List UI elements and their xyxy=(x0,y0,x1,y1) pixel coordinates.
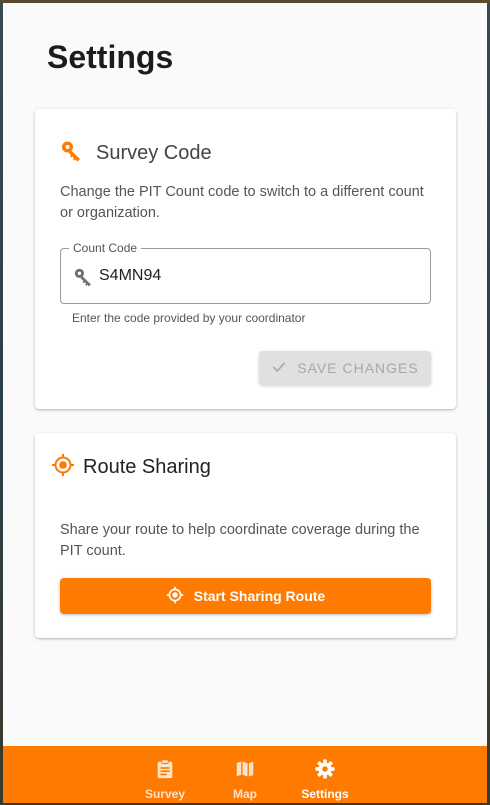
app-screen: Settings Survey Code Change the PIT Coun… xyxy=(3,3,487,803)
nav-label-map: Map xyxy=(233,787,257,801)
route-sharing-card: Route Sharing Share your route to help c… xyxy=(35,433,456,638)
survey-code-description: Change the PIT Count code to switch to a… xyxy=(60,184,424,221)
route-sharing-header: Route Sharing xyxy=(51,453,211,482)
location-target-icon xyxy=(51,453,75,482)
key-icon xyxy=(73,266,95,293)
count-code-label: Count Code xyxy=(69,241,142,255)
count-code-field[interactable]: Count Code xyxy=(60,241,431,304)
save-changes-label: SAVE CHANGES xyxy=(297,360,419,376)
route-sharing-title: Route Sharing xyxy=(83,456,211,478)
window-frame: Settings Survey Code Change the PIT Coun… xyxy=(0,0,490,805)
location-target-icon xyxy=(166,586,184,607)
survey-code-title: Survey Code xyxy=(96,142,212,164)
nav-item-map[interactable]: Map xyxy=(205,746,285,803)
nav-item-survey[interactable]: Survey xyxy=(125,746,205,803)
nav-item-settings[interactable]: Settings xyxy=(285,746,365,803)
save-changes-button[interactable]: SAVE CHANGES xyxy=(259,351,431,385)
start-sharing-route-button[interactable]: Start Sharing Route xyxy=(60,578,431,614)
count-code-helper-text: Enter the code provided by your coordina… xyxy=(72,311,306,325)
survey-code-header: Survey Code xyxy=(60,139,212,168)
map-icon xyxy=(234,758,256,785)
key-icon xyxy=(60,139,84,168)
route-sharing-description: Share your route to help coordinate cove… xyxy=(60,522,420,559)
bottom-navigation: Survey Map Settings xyxy=(3,746,487,803)
nav-label-settings: Settings xyxy=(301,787,349,801)
survey-code-card: Survey Code Change the PIT Count code to… xyxy=(35,109,456,409)
count-code-input[interactable] xyxy=(99,263,419,289)
check-icon xyxy=(271,359,287,378)
start-sharing-route-label: Start Sharing Route xyxy=(193,588,326,604)
clipboard-icon xyxy=(154,758,176,785)
nav-label-survey: Survey xyxy=(144,787,186,801)
page-title: Settings xyxy=(47,39,174,75)
gear-icon xyxy=(314,758,336,785)
